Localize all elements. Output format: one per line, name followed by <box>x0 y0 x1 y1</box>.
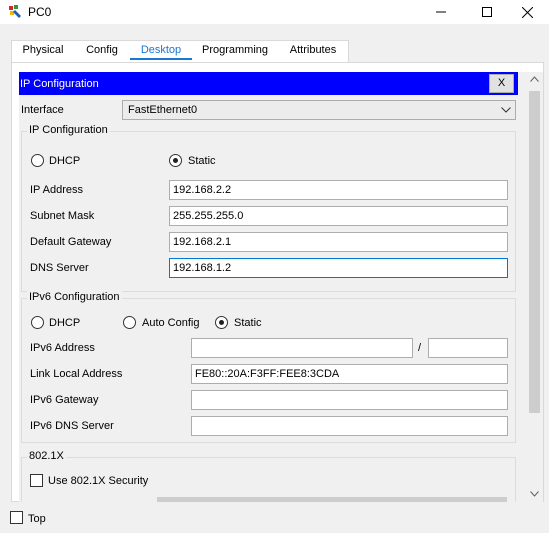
ip-address-label: IP Address <box>30 184 83 196</box>
ipv6-dhcp-radio[interactable] <box>31 316 44 329</box>
top-label: Top <box>28 513 46 525</box>
tab-attributes[interactable]: Attributes <box>282 42 344 60</box>
interface-select-value: FastEthernet0 <box>128 104 198 116</box>
dns-server-input[interactable]: 192.168.1.2 <box>169 258 508 278</box>
ip-address-input[interactable]: 192.168.2.2 <box>169 180 508 200</box>
ipv6-address-label: IPv6 Address <box>30 342 95 354</box>
ipv6-gateway-label: IPv6 Gateway <box>30 394 99 406</box>
ipv6-dns-server-input[interactable] <box>191 416 508 436</box>
ipv4-static-radio[interactable] <box>169 154 182 167</box>
ipv4-dhcp-label: DHCP <box>49 155 81 167</box>
link-local-address-input[interactable]: FE80::20A:F3FF:FEE8:3CDA <box>191 364 508 384</box>
dot1x-group-label: 802.1X <box>27 450 66 462</box>
scroll-down-icon[interactable] <box>530 491 539 497</box>
ipv6-dns-server-label: IPv6 DNS Server <box>30 420 114 432</box>
close-window-button[interactable] <box>504 0 549 24</box>
horizontal-scroll-thumb[interactable] <box>157 497 507 502</box>
ipv6-static-radio[interactable] <box>215 316 228 329</box>
tab-desktop[interactable]: Desktop <box>130 42 192 60</box>
ipv6-gateway-input[interactable] <box>191 390 508 410</box>
window-title: PC0 <box>28 5 52 19</box>
scroll-up-icon[interactable] <box>530 76 539 82</box>
ipv4-dhcp-radio[interactable] <box>31 154 44 167</box>
ipv6-dhcp-label: DHCP <box>49 317 81 329</box>
interface-label: Interface <box>21 104 64 116</box>
ipv6-prefix-input[interactable] <box>428 338 508 358</box>
pc-app-icon <box>9 5 21 18</box>
tab-config[interactable]: Config <box>80 42 124 60</box>
ipv4-group-label: IP Configuration <box>27 124 110 136</box>
default-gateway-label: Default Gateway <box>30 236 112 248</box>
ipv4-static-label: Static <box>188 155 216 167</box>
tab-physical[interactable]: Physical <box>16 42 70 60</box>
minimize-icon <box>436 11 446 13</box>
ipv6-auto-config-radio[interactable] <box>123 316 136 329</box>
vertical-scroll-thumb[interactable] <box>529 91 540 413</box>
dns-server-label: DNS Server <box>30 262 89 274</box>
subnet-mask-input[interactable]: 255.255.255.0 <box>169 206 508 226</box>
ip-configuration-panel: IP Configuration X Interface FastEtherne… <box>19 72 526 502</box>
ipv6-auto-config-label: Auto Config <box>142 317 200 329</box>
close-icon <box>521 6 533 18</box>
panel-title: IP Configuration <box>20 78 99 90</box>
panel-close-button[interactable]: X <box>489 74 514 93</box>
use-8021x-label: Use 802.1X Security <box>48 475 149 487</box>
window-titlebar: PC0 <box>0 0 549 24</box>
tab-programming[interactable]: Programming <box>198 42 272 60</box>
tab-bar: Physical Config Desktop Programming Attr… <box>0 24 549 62</box>
ipv6-prefix-separator: / <box>418 342 422 354</box>
top-checkbox[interactable] <box>10 511 23 524</box>
maximize-icon <box>482 7 492 17</box>
default-gateway-input[interactable]: 192.168.2.1 <box>169 232 508 252</box>
ipv6-address-input[interactable] <box>191 338 413 358</box>
link-local-address-label: Link Local Address <box>30 368 123 380</box>
chevron-down-icon <box>501 107 511 113</box>
use-8021x-checkbox[interactable] <box>30 474 43 487</box>
subnet-mask-label: Subnet Mask <box>30 210 95 222</box>
panel-titlebar: IP Configuration X <box>19 72 518 95</box>
ipv6-group-label: IPv6 Configuration <box>27 291 122 303</box>
ipv6-static-label: Static <box>234 317 262 329</box>
minimize-button[interactable] <box>418 0 464 24</box>
interface-select[interactable]: FastEthernet0 <box>122 100 516 120</box>
vertical-scrollbar[interactable] <box>526 72 543 502</box>
